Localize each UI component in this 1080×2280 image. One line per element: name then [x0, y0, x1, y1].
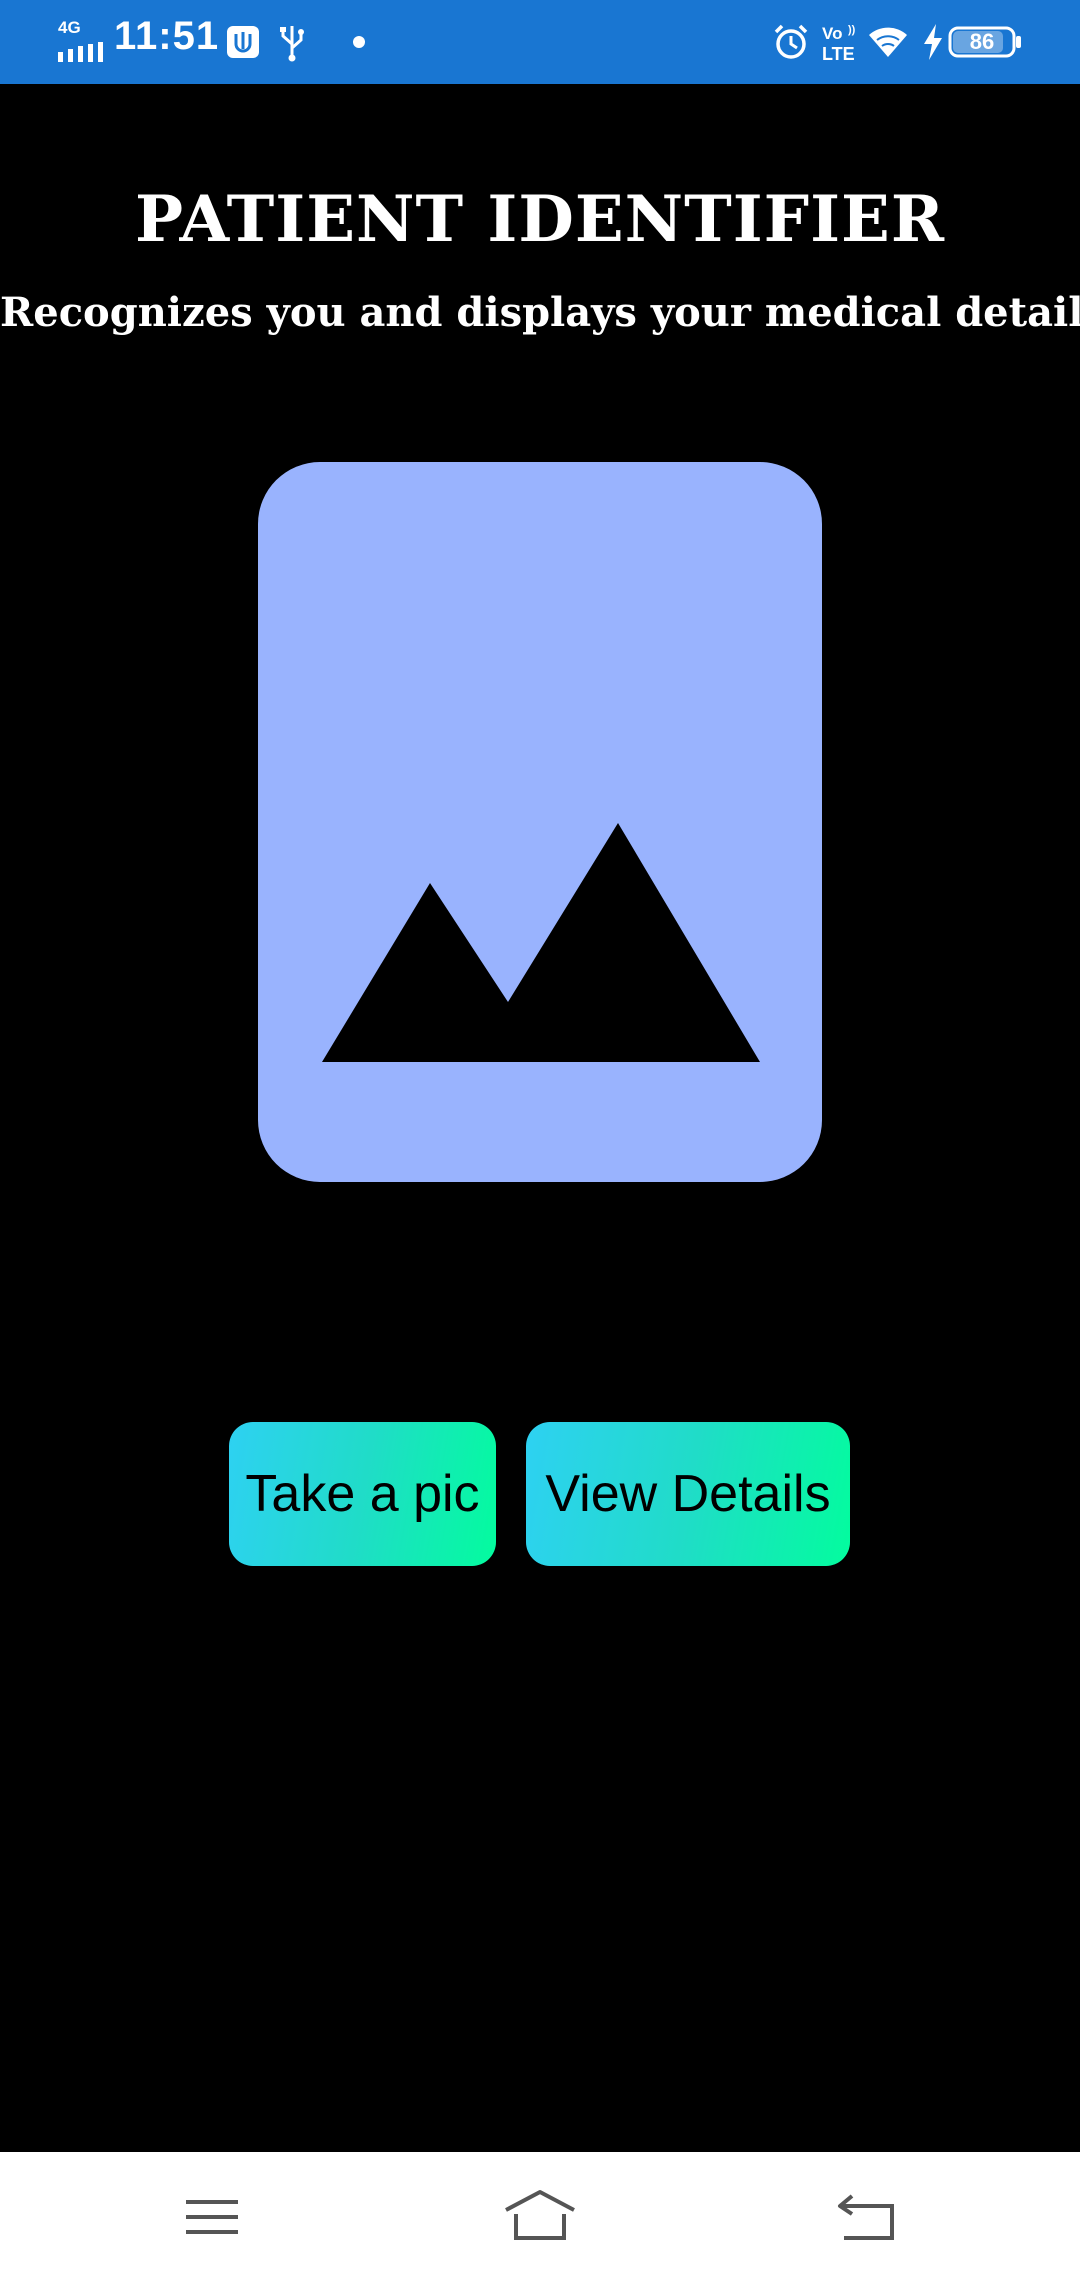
battery-icon: 86: [948, 26, 1022, 58]
menu-icon[interactable]: [172, 2182, 252, 2252]
notification-dot-icon: [353, 36, 365, 48]
take-pic-button[interactable]: Take a pic: [229, 1422, 496, 1566]
back-icon[interactable]: [828, 2182, 908, 2252]
view-details-button[interactable]: View Details: [526, 1422, 850, 1566]
svg-text:)): )): [848, 24, 856, 36]
usb-icon: [280, 26, 304, 62]
network-type-label: 4G: [58, 18, 81, 37]
svg-text:LTE: LTE: [822, 44, 855, 63]
network-indicator: 4G: [58, 18, 106, 64]
signal-icon: [58, 42, 103, 62]
image-placeholder-icon: [322, 823, 760, 1062]
usb-debug-icon: [227, 26, 259, 58]
battery-level: 86: [969, 29, 995, 54]
svg-text:Vo: Vo: [822, 24, 842, 43]
wifi-icon: [869, 27, 907, 57]
alarm-icon: [774, 24, 808, 59]
status-bar: 4G 11:51 Vo )) LTE 86: [0, 0, 1080, 84]
image-preview: [258, 462, 822, 1182]
volte-icon: Vo )) LTE: [822, 24, 856, 63]
status-time: 11:51: [114, 14, 220, 58]
navigation-bar: [0, 2152, 1080, 2280]
charging-icon: [924, 24, 942, 60]
home-icon[interactable]: [500, 2182, 580, 2252]
page-title: PATIENT IDENTIFIER: [135, 182, 945, 257]
page-subtitle: Recognizes you and displays your medical…: [0, 289, 1080, 336]
